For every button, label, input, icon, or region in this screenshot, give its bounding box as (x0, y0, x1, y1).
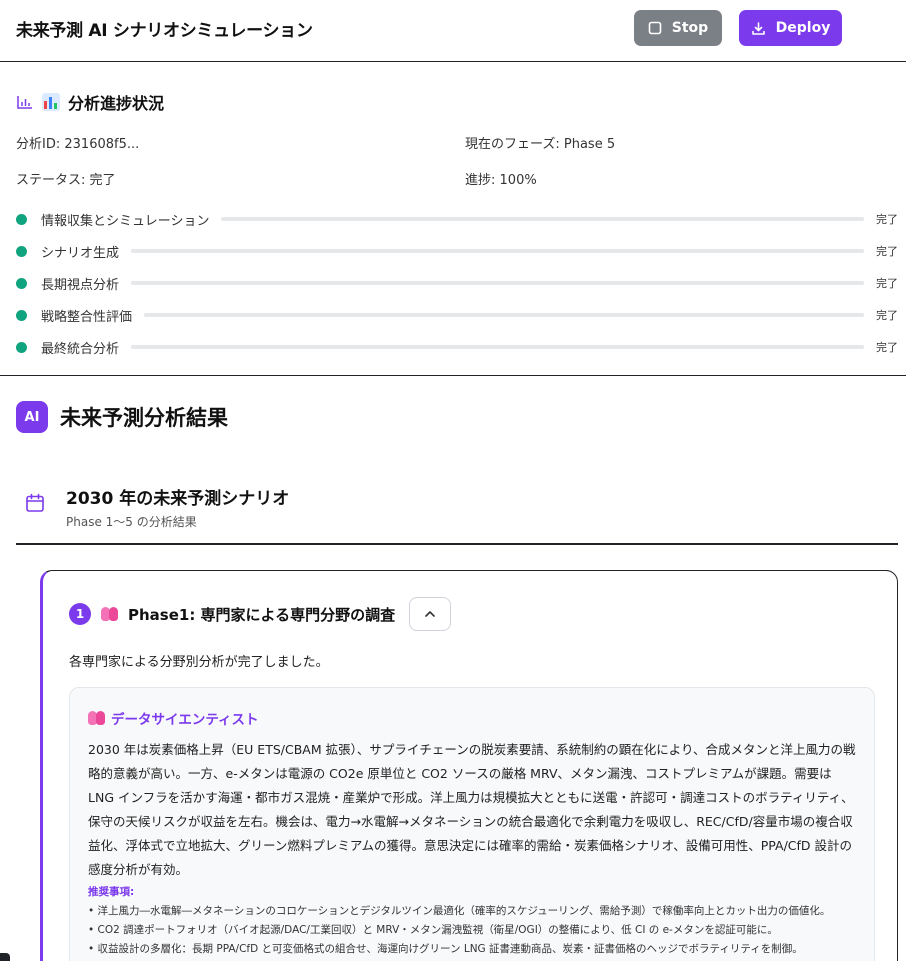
expert-card: データサイエンティスト 2030 年は炭素価格上昇（EU ETS/CBAM 拡張… (69, 687, 875, 961)
step-item: シナリオ生成 完了 (16, 235, 900, 267)
recommendation-item: • CO2 調達ポートフォリオ（バイオ起源/DAC/工業回収）と MRV・メタン… (88, 924, 778, 936)
analysis-id-label: 分析ID: (16, 137, 61, 152)
progress-title: 分析進捗状況 (68, 94, 165, 113)
step-label: 長期視点分析 (41, 277, 120, 293)
step-state: 完了 (876, 277, 898, 290)
step-progress-bar (144, 313, 864, 317)
stop-button-label: Stop (671, 20, 709, 36)
stop-button[interactable]: Stop (634, 10, 722, 46)
recommendations-list: • 洋上風力―水電解―メタネーションのコロケーションとデジタルツイン最適化（確率… (88, 902, 860, 959)
phase-summary: 各専門家による分野別分析が完了しました。 (69, 655, 329, 670)
analysis-id: 分析ID: 231608f5... (16, 133, 139, 152)
step-state: 完了 (876, 213, 898, 226)
chart-emoji-icon (42, 93, 60, 111)
progress-percent-label: 進捗: (465, 173, 496, 188)
step-label: シナリオ生成 (41, 245, 120, 261)
step-complete-dot (16, 309, 27, 321)
recommendation-item: • 収益設計の多層化：長期 PPA/CfD と可変価格式の組合せ、海運向けグリー… (88, 943, 803, 955)
status: ステータス: 完了 (16, 169, 116, 188)
current-phase-value: Phase 5 (563, 137, 616, 152)
deploy-button-label: Deploy (775, 20, 831, 36)
status-value: 完了 (89, 173, 116, 188)
step-progress-bar (131, 281, 864, 285)
step-progress-bar (131, 345, 864, 349)
expert-analysis-text: 2030 年は炭素価格上昇（EU ETS/CBAM 拡張）、サプライチェーンの脱… (88, 742, 856, 877)
brain-icon (88, 711, 105, 725)
results-title: 未来予測分析結果 (60, 406, 228, 430)
progress-percent: 進捗: 100% (465, 169, 537, 188)
scenario-header: 2030 年の未来予測シナリオ Phase 1〜5 の分析結果 (24, 480, 289, 530)
status-label: ステータス: (16, 173, 86, 188)
step-complete-dot (16, 277, 27, 289)
step-progress-bar (131, 249, 864, 253)
phase-title: Phase1: 専門家による専門分野の調査 (128, 605, 396, 624)
corner-scroll-indicator (0, 953, 10, 961)
step-state: 完了 (876, 341, 898, 354)
step-item: 情報収集とシミュレーション 完了 (16, 203, 900, 235)
ai-badge: AI (16, 401, 48, 433)
collapse-button[interactable] (409, 597, 452, 631)
current-phase: 現在のフェーズ: Phase 5 (465, 133, 615, 152)
progress-title-row: 分析進捗状況 (16, 90, 164, 114)
progress-panel: 分析進捗状況 分析ID: 231608f5... 現在のフェーズ: Phase … (0, 63, 906, 376)
recommendations-title: 推奨事項: (88, 886, 135, 898)
recommendation-item: • 洋上風力―水電解―メタネーションのコロケーションとデジタルツイン最適化（確率… (88, 905, 831, 917)
step-complete-dot (16, 245, 27, 257)
step-complete-dot (16, 213, 27, 225)
phase-number-badge: 1 (69, 603, 91, 625)
phase-header: 1 Phase1: 専門家による専門分野の調査 (69, 597, 452, 631)
download-icon (751, 21, 765, 35)
phase-card: 1 Phase1: 専門家による専門分野の調査 各専門家による分野別分析が完了し… (40, 570, 898, 961)
scenario-subtitle: Phase 1〜5 の分析結果 (66, 515, 197, 529)
calendar-icon (26, 493, 44, 512)
step-complete-dot (16, 341, 27, 353)
bar-chart-icon (17, 96, 32, 109)
progress-percent-value: 100% (499, 173, 537, 188)
scenario-title: 2030 年の未来予測シナリオ (66, 489, 290, 509)
step-item: 長期視点分析 完了 (16, 267, 900, 299)
top-header: 未来予測 AI シナリオシミュレーション Stop Deploy (0, 0, 906, 62)
section-divider (16, 543, 898, 545)
brain-icon (101, 607, 118, 621)
step-label: 最終統合分析 (41, 341, 120, 357)
step-label: 情報収集とシミュレーション (41, 213, 210, 229)
step-state: 完了 (876, 309, 898, 322)
analysis-id-value: 231608f5... (64, 137, 140, 152)
step-label: 戦略整合性評価 (41, 309, 133, 325)
chevron-up-icon (425, 611, 435, 617)
expert-header: データサイエンティスト (88, 708, 259, 728)
app-title: 未来予測 AI シナリオシミュレーション (16, 21, 313, 41)
results-panel: AI 未来予測分析結果 2030 年の未来予測シナリオ Phase 1〜5 の分… (0, 377, 906, 961)
results-title-row: AI 未来予測分析結果 (16, 401, 228, 433)
deploy-button[interactable]: Deploy (739, 10, 842, 46)
step-progress-bar (221, 217, 864, 221)
step-item: 戦略整合性評価 完了 (16, 299, 900, 331)
current-phase-label: 現在のフェーズ: (465, 137, 560, 152)
step-state: 完了 (876, 245, 898, 258)
expert-name: データサイエンティスト (111, 712, 259, 728)
step-list: 情報収集とシミュレーション 完了 シナリオ生成 完了 長期視点分析 完了 戦略整… (16, 203, 900, 363)
step-item: 最終統合分析 完了 (16, 331, 900, 363)
stop-icon (648, 21, 662, 35)
